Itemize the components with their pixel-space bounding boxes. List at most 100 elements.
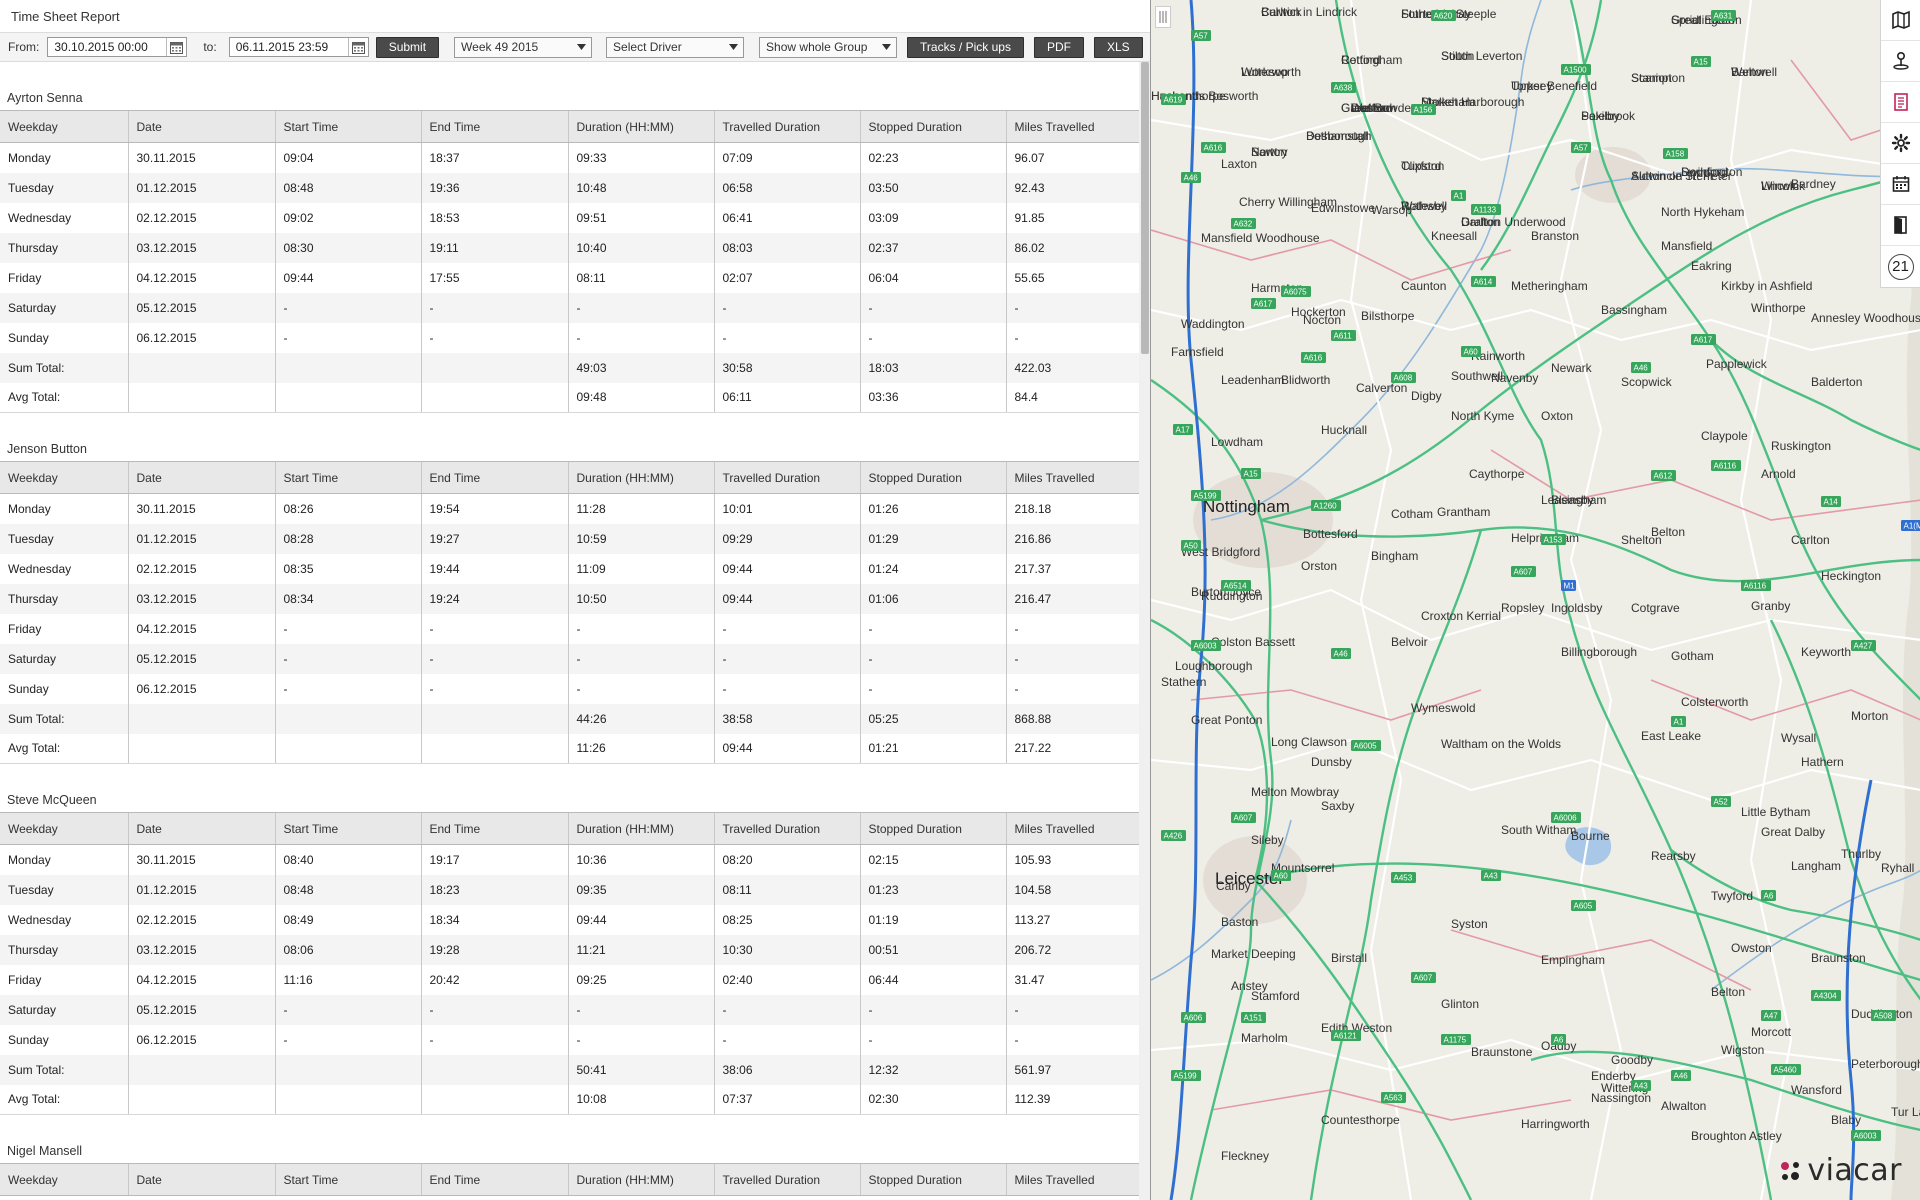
- column-header[interactable]: Start Time: [274, 110, 421, 143]
- column-header[interactable]: Miles Travelled: [1005, 110, 1150, 143]
- column-header[interactable]: Stopped Duration: [859, 461, 1006, 494]
- report-scroll-area[interactable]: Ayrton Senna Weekday Date Start Time End Tim…: [0, 62, 1150, 1200]
- column-header[interactable]: Travelled Duration: [713, 110, 860, 143]
- table-cell: -: [1005, 673, 1150, 704]
- table-cell: -: [713, 673, 860, 704]
- table-cell: 44:26: [567, 703, 714, 734]
- map-place-label: Bilsthorpe: [1361, 309, 1415, 323]
- column-header[interactable]: Weekday: [0, 1163, 128, 1196]
- column-header[interactable]: End Time: [420, 1163, 568, 1196]
- column-header[interactable]: Travelled Duration: [713, 812, 860, 845]
- table-row: Friday 04.12.2015- - - - - -: [0, 613, 1150, 644]
- table-cell: [420, 352, 568, 383]
- column-header[interactable]: Date: [127, 1163, 275, 1196]
- map-place-label: Grafton Underwood: [1461, 215, 1566, 229]
- column-header[interactable]: Date: [127, 812, 275, 845]
- column-header[interactable]: End Time: [420, 812, 568, 845]
- column-header[interactable]: Duration (HH:MM): [567, 110, 714, 143]
- table-cell: 216.86: [1005, 523, 1150, 554]
- table-cell: Sum Total:: [0, 352, 128, 383]
- group-select[interactable]: Show whole Group: [759, 36, 898, 58]
- to-date-field[interactable]: 06.11.2015 23:59: [228, 37, 369, 57]
- notifications-button[interactable]: 21: [1881, 246, 1920, 287]
- column-header[interactable]: Stopped Duration: [859, 1163, 1006, 1196]
- svg-text:A1: A1: [1674, 718, 1684, 727]
- column-header[interactable]: End Time: [420, 110, 568, 143]
- column-header[interactable]: End Time: [420, 461, 568, 494]
- table-cell: Wednesday: [8, 561, 72, 576]
- column-header[interactable]: Miles Travelled: [1005, 1163, 1150, 1196]
- map-view-button[interactable]: [1881, 0, 1920, 41]
- map-place-label: Swinford: [1681, 165, 1728, 179]
- column-header[interactable]: Stopped Duration: [859, 812, 1006, 845]
- submit-button[interactable]: Submit: [375, 36, 440, 58]
- column-header[interactable]: Miles Travelled: [1005, 461, 1150, 494]
- road-shield: A4304: [1811, 990, 1841, 1001]
- exit-button[interactable]: [1881, 205, 1920, 246]
- svg-text:A606: A606: [1184, 1014, 1203, 1023]
- column-header[interactable]: Duration (HH:MM): [567, 1163, 714, 1196]
- svg-text:A614: A614: [1474, 278, 1493, 287]
- column-header[interactable]: Travelled Duration: [713, 461, 860, 494]
- map-canvas[interactable]: NottinghamLeicesterCarlton in Lindrick St…: [1151, 0, 1920, 1200]
- map-place-label: Thurlby: [1841, 847, 1881, 861]
- column-header[interactable]: Weekday: [0, 461, 128, 494]
- reports-button[interactable]: [1881, 82, 1920, 123]
- group-select-value: Show whole Group: [766, 40, 868, 54]
- calendar-button[interactable]: [1881, 164, 1920, 205]
- column-header[interactable]: Start Time: [274, 812, 421, 845]
- column-header[interactable]: Duration (HH:MM): [567, 461, 714, 494]
- table-cell: 19:36: [420, 172, 568, 203]
- column-header[interactable]: Miles Travelled: [1005, 812, 1150, 845]
- map-panel[interactable]: Nottingham Leicester Carlton in Lindrick St…: [1150, 0, 1920, 1200]
- table-cell: 06.12.2015: [127, 673, 275, 704]
- map-place-label: Sileby: [1251, 833, 1284, 847]
- map-place-label: Edwinstowe: [1311, 201, 1375, 215]
- tracks-pickups-button[interactable]: Tracks / Pick ups: [907, 36, 1024, 58]
- table-cell: Saturday: [0, 292, 128, 323]
- timesheet-table: Weekday Date Start Time End Time Duration (H…: [0, 1163, 1150, 1196]
- chevron-down-icon: [882, 44, 892, 50]
- to-calendar-icon[interactable]: [347, 38, 368, 56]
- column-header[interactable]: Travelled Duration: [713, 1163, 860, 1196]
- road-shield: A153: [1541, 534, 1566, 545]
- table-cell: 09:51: [567, 202, 714, 233]
- column-header[interactable]: Weekday: [0, 812, 128, 845]
- road-shield: A52: [1711, 796, 1731, 807]
- from-date-field[interactable]: 30.10.2015 00:00: [47, 37, 188, 57]
- driver-header: Nigel Mansell: [0, 1115, 1150, 1163]
- map-place-label: Heckington: [1821, 569, 1881, 583]
- table-cell: 04.12.2015: [127, 262, 275, 293]
- map-place-label: Bassingham: [1601, 303, 1667, 317]
- road-shield: A5199: [1191, 490, 1221, 501]
- table-cell: 10:48: [567, 172, 714, 203]
- from-calendar-icon[interactable]: [166, 38, 186, 56]
- road-shield: A6116: [1711, 460, 1741, 471]
- column-header[interactable]: Duration (HH:MM): [567, 812, 714, 845]
- table-cell: 09:44: [713, 733, 860, 764]
- panel-resize-handle[interactable]: [1155, 6, 1171, 28]
- column-header[interactable]: Stopped Duration: [859, 110, 1006, 143]
- to-date-value[interactable]: 06.11.2015 23:59: [230, 40, 348, 54]
- week-select[interactable]: Week 49 2015: [454, 36, 593, 58]
- table-cell: -: [274, 613, 421, 644]
- table-cell: 08:40: [274, 844, 421, 875]
- driver-select[interactable]: Select Driver: [606, 36, 745, 58]
- column-header[interactable]: Start Time: [274, 461, 421, 494]
- column-header[interactable]: Date: [127, 110, 275, 143]
- column-header[interactable]: Start Time: [274, 1163, 421, 1196]
- report-scrollbar[interactable]: [1139, 62, 1150, 1200]
- road-shield: A617: [1691, 334, 1716, 345]
- table-cell: -: [859, 292, 1006, 323]
- table-cell: 05.12.2015: [127, 643, 275, 674]
- report-scrollbar-thumb[interactable]: [1141, 62, 1149, 354]
- xls-button[interactable]: XLS: [1093, 36, 1143, 58]
- column-header[interactable]: Date: [127, 461, 275, 494]
- pdf-button[interactable]: PDF: [1033, 36, 1084, 58]
- column-header[interactable]: Weekday: [0, 110, 128, 143]
- table-cell: 06:58: [713, 172, 860, 203]
- location-button[interactable]: [1881, 41, 1920, 82]
- from-date-value[interactable]: 30.10.2015 00:00: [48, 40, 166, 54]
- map-place-label: Cotham: [1391, 507, 1433, 521]
- settings-button[interactable]: [1881, 123, 1920, 164]
